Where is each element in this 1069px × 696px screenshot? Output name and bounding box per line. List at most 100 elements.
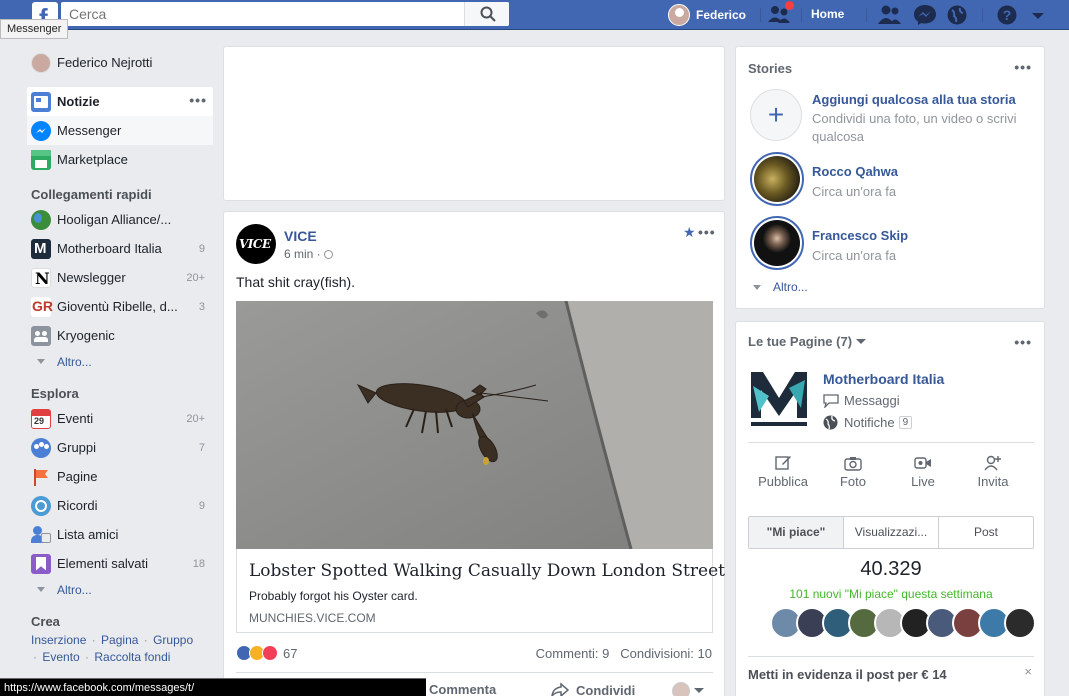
sidebar-item-shortcut[interactable]: M Motherboard Italia 9 xyxy=(27,234,213,263)
create-event-link[interactable]: Evento xyxy=(42,650,79,664)
share-icon xyxy=(551,682,569,696)
more-options-icon[interactable]: ••• xyxy=(189,92,207,108)
sidebar-item-friend-list[interactable]: Lista amici xyxy=(27,520,213,549)
tab-posts[interactable]: Post xyxy=(939,517,1033,548)
post-author[interactable]: VICE xyxy=(284,228,317,244)
sidebar-item-label: Motherboard Italia xyxy=(57,241,162,256)
sidebar-item-shortcut[interactable]: Hooligan Alliance/... xyxy=(27,205,213,234)
sidebar-item-label: Messenger xyxy=(57,123,122,138)
more-options-icon[interactable]: ••• xyxy=(1014,59,1032,75)
composer-card[interactable] xyxy=(223,46,725,201)
sidebar-item-label: Hooligan Alliance/... xyxy=(57,212,172,227)
chevron-down-icon[interactable] xyxy=(1030,4,1054,26)
friend-requests-icon[interactable] xyxy=(878,4,902,26)
page-notifications-link[interactable]: Notifiche 9 xyxy=(823,415,913,430)
more-options-icon[interactable]: ••• xyxy=(1014,334,1032,350)
avatar xyxy=(31,52,51,73)
sidebar-item-messenger[interactable]: Messenger xyxy=(27,116,213,145)
create-ad-link[interactable]: Inserzione xyxy=(31,633,86,647)
tab-likes[interactable]: "Mi piace" xyxy=(749,517,844,548)
avatar[interactable] xyxy=(1004,607,1036,639)
create-fundraiser-link[interactable]: Raccolta fondi xyxy=(94,650,170,664)
explore-title: Esplora xyxy=(31,386,79,401)
count-badge: 7 xyxy=(198,441,205,454)
marketplace-icon xyxy=(31,149,51,170)
story-item[interactable]: Rocco Qahwa Circa un'ora fa xyxy=(748,152,1038,208)
home-link[interactable]: Home xyxy=(811,7,844,21)
news-feed-icon xyxy=(31,91,51,112)
story-subtitle: Circa un'ora fa xyxy=(812,248,897,263)
likes-new-this-week[interactable]: 101 nuovi "Mi piace" questa settimana xyxy=(736,587,1046,601)
sidebar-item-news-feed[interactable]: Notizie ••• xyxy=(27,87,213,116)
page-name[interactable]: Motherboard Italia xyxy=(823,371,944,387)
reaction-count: 67 xyxy=(283,645,298,661)
create-group-link[interactable]: Gruppo xyxy=(153,633,193,647)
search-button[interactable] xyxy=(464,2,509,26)
sidebar-item-events[interactable]: 29 Eventi 20+ xyxy=(27,404,213,433)
divider xyxy=(866,8,867,22)
find-friends-icon[interactable] xyxy=(768,1,794,26)
pages-title[interactable]: Le tue Pagine (7) xyxy=(748,334,867,349)
sidebar-item-label: Newslegger xyxy=(57,270,126,285)
avatar[interactable]: VICE xyxy=(236,224,276,264)
newslegger-logo-icon: N xyxy=(31,267,51,288)
show-more-stories[interactable]: Altro... xyxy=(753,280,808,294)
share-button[interactable]: Condividi xyxy=(551,682,635,696)
story-subtitle: Circa un'ora fa xyxy=(812,184,897,199)
photo-button[interactable]: Foto xyxy=(818,454,888,489)
sidebar-item-label: Gruppi xyxy=(57,440,97,455)
count-badge: 3 xyxy=(198,300,205,313)
more-options-icon[interactable]: ••• xyxy=(698,224,716,240)
audience-selector[interactable] xyxy=(672,682,704,696)
sidebar-item-marketplace[interactable]: Marketplace xyxy=(27,145,213,174)
comment-button[interactable]: Commenta xyxy=(429,682,496,696)
tab-views[interactable]: Visualizzazi... xyxy=(844,517,939,548)
boost-post-title: Metti in evidenza il post per € 14 xyxy=(748,667,947,682)
show-more-shortcuts[interactable]: Altro... xyxy=(27,350,213,373)
sidebar-item-pages[interactable]: Pagine xyxy=(27,462,213,491)
link-preview[interactable]: Lobster Spotted Walking Casually Down Lo… xyxy=(236,549,725,633)
live-button[interactable]: Live xyxy=(888,454,958,489)
plus-icon: + xyxy=(750,89,802,141)
sidebar-item-shortcut[interactable]: Kryogenic xyxy=(27,321,213,350)
messenger-icon[interactable] xyxy=(913,4,937,26)
sidebar-item-label: Eventi xyxy=(57,411,94,426)
post-image[interactable] xyxy=(236,301,713,549)
sidebar-item-shortcut[interactable]: GR Gioventù Ribelle, d... 3 xyxy=(27,292,213,321)
show-more-explore[interactable]: Altro... xyxy=(27,578,213,601)
top-bar: f Federico Home ? xyxy=(0,0,1069,30)
feed-post: VICE VICE 6 min · ★ ••• That shit cray(f… xyxy=(223,211,725,696)
notifications-globe-icon[interactable] xyxy=(946,4,970,26)
sidebar-item-saved[interactable]: Elementi salvati 18 xyxy=(27,549,213,578)
page-logo[interactable] xyxy=(749,368,809,430)
story-ring xyxy=(750,152,804,206)
post-timestamp[interactable]: 6 min · xyxy=(284,247,334,261)
sidebar-item-groups[interactable]: Gruppi 7 xyxy=(27,433,213,462)
sidebar-item-memories[interactable]: Ricordi 9 xyxy=(27,491,213,520)
star-icon[interactable]: ★ xyxy=(683,224,696,241)
profile-link[interactable]: Federico xyxy=(668,3,746,27)
help-icon[interactable]: ? xyxy=(996,4,1020,26)
gioventu-ribelle-logo-icon: GR xyxy=(31,296,53,317)
sidebar-item-label: Notizie xyxy=(57,94,100,109)
invite-button[interactable]: Invita xyxy=(958,454,1028,489)
shares-count[interactable]: Condivisioni: 10 xyxy=(620,646,712,661)
divider xyxy=(748,442,1034,443)
edit-icon xyxy=(775,456,791,470)
reactions-summary[interactable]: 67 xyxy=(236,644,297,662)
story-name: Rocco Qahwa xyxy=(812,164,898,179)
search-input[interactable] xyxy=(61,2,461,26)
create-page-link[interactable]: Pagina xyxy=(101,633,138,647)
sidebar-item-label: Marketplace xyxy=(57,152,128,167)
sidebar-item-label: Pagine xyxy=(57,469,98,484)
add-story-item[interactable]: + Aggiungi qualcosa alla tua storia Cond… xyxy=(748,89,1038,144)
publish-button[interactable]: Pubblica xyxy=(748,454,818,489)
chevron-down-icon xyxy=(694,688,704,693)
comments-count[interactable]: Commenti: 9 xyxy=(536,646,610,661)
profile-link[interactable]: Federico Nejrotti xyxy=(27,48,213,77)
close-icon[interactable]: × xyxy=(1024,664,1032,679)
create-title: Crea xyxy=(31,614,60,629)
page-messages-link[interactable]: Messaggi xyxy=(823,393,900,408)
sidebar-item-shortcut[interactable]: N Newslegger 20+ xyxy=(27,263,213,292)
story-item[interactable]: Francesco Skip Circa un'ora fa xyxy=(748,216,1038,272)
